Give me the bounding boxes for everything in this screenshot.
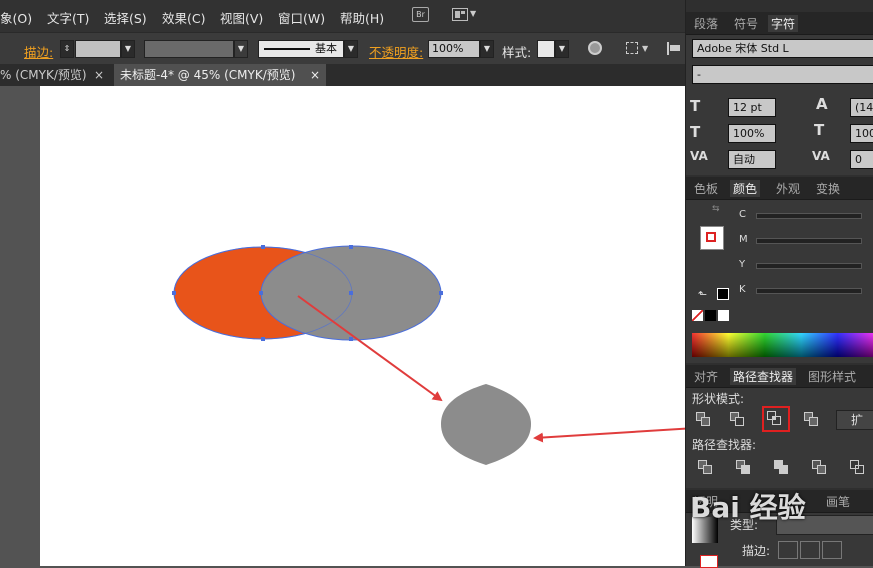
fill-stroke-mini-swatch[interactable] — [700, 555, 718, 568]
pathfinders-label: 路径查找器: — [692, 438, 757, 452]
channel-m-slider[interactable] — [756, 238, 862, 244]
tab-glyphs[interactable]: 符号 — [734, 15, 758, 32]
tab-pathfinder[interactable]: 路径查找器 — [730, 368, 797, 385]
color-panel: ⇆ C M Y K ⬑ — [686, 200, 873, 363]
trim-button[interactable] — [736, 460, 754, 476]
channel-k-label: K — [739, 284, 746, 295]
outline-button[interactable] — [850, 460, 868, 476]
channel-c-label: C — [739, 209, 746, 220]
none-swatch[interactable] — [692, 310, 703, 321]
divide-button[interactable] — [698, 460, 716, 476]
shape-modes-label: 形状模式: — [692, 392, 745, 406]
channel-y-slider[interactable] — [756, 263, 862, 269]
leading-icon: A — [816, 95, 828, 113]
tab-transform[interactable]: 变换 — [816, 180, 840, 197]
baidu-jingyan-watermark: Bai 经验 — [690, 491, 806, 524]
channel-k-slider[interactable] — [756, 288, 862, 294]
vertical-scale-icon: T — [690, 123, 701, 141]
font-size-icon: T — [690, 97, 701, 115]
out-of-gamut-icon: ⬑ — [698, 288, 708, 301]
tab-brushes[interactable]: 画笔 — [826, 493, 850, 510]
exclude-button[interactable] — [804, 412, 822, 428]
character-panel: Adobe 宋体 Std L - T 12 pt A (14. T 100% T… — [686, 35, 873, 175]
tab-align[interactable]: 对齐 — [694, 368, 718, 385]
tracking-input[interactable]: 0 — [850, 150, 873, 169]
horizontal-scale-input[interactable]: 100% — [850, 124, 873, 143]
black-swatch[interactable] — [717, 288, 729, 300]
swap-icon[interactable]: ⇆ — [712, 204, 720, 214]
font-family-field[interactable]: Adobe 宋体 Std L — [692, 39, 873, 58]
kerning-icon: VA — [690, 149, 708, 163]
stroke-gradient-button-2[interactable] — [800, 541, 820, 559]
tab-paragraph[interactable]: 段落 — [694, 15, 718, 32]
white-swatch[interactable] — [718, 310, 729, 321]
tab-swatches[interactable]: 色板 — [694, 180, 718, 197]
color-spectrum[interactable] — [692, 333, 873, 357]
tab-appearance[interactable]: 外观 — [776, 180, 800, 197]
right-panel-dock: 段落 符号 字符 Adobe 宋体 Std L - T 12 pt A (14.… — [685, 0, 873, 568]
tracking-icon: VA — [812, 149, 830, 163]
vertical-scale-input[interactable]: 100% — [728, 124, 776, 143]
merge-button[interactable] — [774, 460, 792, 476]
character-panel-tabs: 段落 符号 字符 — [686, 12, 873, 35]
fill-stroke-swatch[interactable] — [700, 226, 724, 250]
channel-y-label: Y — [739, 259, 746, 270]
intersect-result-shape[interactable] — [441, 384, 531, 465]
unite-button[interactable] — [696, 412, 714, 428]
pathfinder-panel-tabs: 对齐 路径查找器 图形样式 — [686, 365, 873, 388]
tab-character[interactable]: 字符 — [768, 15, 799, 32]
channel-c-slider[interactable] — [756, 213, 862, 219]
tab-graphic-styles[interactable]: 图形样式 — [808, 368, 856, 385]
font-style-field[interactable]: - — [692, 65, 873, 84]
gradient-stroke-label: 描边: — [742, 544, 771, 558]
expand-button[interactable]: 扩 — [836, 410, 873, 430]
stroke-gradient-button-3[interactable] — [822, 541, 842, 559]
color-panel-tabs: 色板 颜色 外观 变换 — [686, 177, 873, 200]
black-swatch-small[interactable] — [705, 310, 716, 321]
channel-m-label: M — [739, 234, 748, 245]
crop-button[interactable] — [812, 460, 830, 476]
pathfinder-panel: 形状模式: 扩 路径查找器: — [686, 388, 873, 488]
minus-front-button[interactable] — [730, 412, 748, 428]
leading-input[interactable]: (14. — [850, 98, 873, 117]
tab-color[interactable]: 颜色 — [730, 180, 761, 197]
font-size-input[interactable]: 12 pt — [728, 98, 776, 117]
horizontal-scale-icon: T — [814, 121, 825, 139]
stroke-gradient-button-1[interactable] — [778, 541, 798, 559]
kerning-input[interactable]: 自动 — [728, 150, 776, 169]
intersect-button[interactable] — [767, 411, 785, 427]
